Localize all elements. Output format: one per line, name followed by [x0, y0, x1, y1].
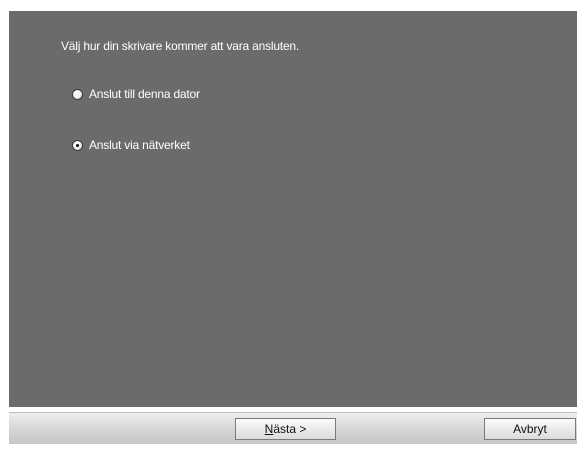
- wizard-window: Välj hur din skrivare kommer att vara an…: [0, 0, 584, 450]
- cancel-button[interactable]: Avbryt: [484, 418, 576, 440]
- content-panel: Välj hur din skrivare kommer att vara an…: [9, 11, 577, 407]
- radio-option-label: Anslut via nätverket: [89, 138, 190, 152]
- radio-option-label: Anslut till denna dator: [89, 87, 200, 101]
- radio-option-connect-local[interactable]: Anslut till denna dator: [72, 87, 200, 101]
- instruction-text: Välj hur din skrivare kommer att vara an…: [61, 39, 300, 53]
- radio-option-connect-network[interactable]: Anslut via nätverket: [72, 138, 190, 152]
- next-button[interactable]: Nästa >: [235, 418, 336, 440]
- next-button-label: ästa >: [273, 422, 307, 436]
- cancel-button-label: Avbryt: [513, 422, 547, 436]
- next-button-mnemonic: N: [264, 422, 274, 436]
- radio-button-selected[interactable]: [72, 139, 83, 151]
- button-bar: Nästa > Avbryt: [9, 412, 577, 444]
- radio-button-unselected[interactable]: [72, 88, 83, 100]
